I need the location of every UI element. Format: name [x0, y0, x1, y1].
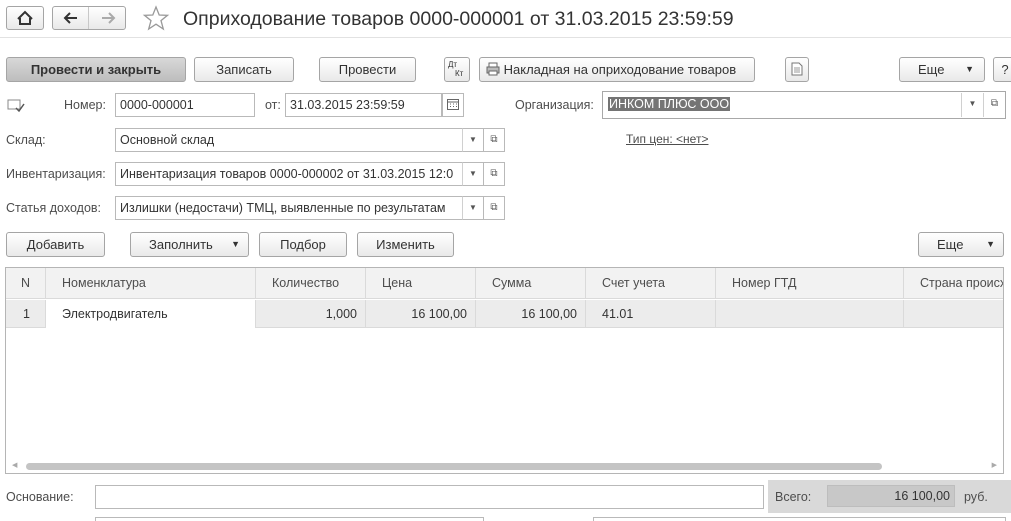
column-header-quantity[interactable]: Количество	[256, 268, 366, 299]
income-item-dropdown[interactable]: ▼	[462, 196, 484, 220]
cell-item: Электродвигатель	[46, 300, 256, 328]
printer-icon	[486, 62, 500, 76]
dtkt-icon: Дт Кт	[448, 60, 463, 78]
cell-country	[904, 300, 1003, 328]
chevron-down-icon: ▼	[231, 239, 240, 249]
post-button[interactable]: Провести	[319, 57, 416, 82]
document-icon	[791, 62, 803, 76]
cell-gtd	[716, 300, 904, 328]
open-form-icon: ⧉	[490, 202, 498, 213]
open-form-icon: ⧉	[990, 98, 999, 109]
more-actions-label: Еще	[918, 62, 945, 77]
date-field[interactable]: 31.03.2015 23:59:59	[285, 93, 442, 117]
scroll-left-icon[interactable]: ◀	[12, 461, 17, 469]
column-header-country[interactable]: Страна происх	[904, 268, 1003, 299]
report-button[interactable]	[785, 57, 809, 82]
open-form-icon: ⧉	[490, 134, 498, 145]
basis-field[interactable]	[95, 485, 764, 509]
next-field-left[interactable]	[95, 517, 484, 521]
window-title: Оприходование товаров 0000-000001 от 31.…	[183, 8, 734, 30]
more-actions-button[interactable]: Еще ▼	[899, 57, 985, 82]
calendar-button[interactable]	[442, 93, 464, 117]
cell-quantity: 1,000	[256, 300, 366, 328]
organization-value: ИНКОМ ПЛЮС ООО	[608, 97, 731, 111]
back-forward-group	[52, 6, 126, 30]
scroll-right-icon[interactable]: ▶	[992, 461, 997, 469]
warehouse-open-button[interactable]: ⧉	[483, 128, 505, 152]
number-label: Номер:	[64, 98, 106, 112]
document-status-icon	[7, 99, 25, 113]
table-more-label: Еще	[937, 237, 964, 252]
total-label: Всего:	[775, 490, 812, 504]
back-button[interactable]	[53, 7, 89, 29]
open-form-icon: ⧉	[490, 168, 498, 179]
inventory-open-button[interactable]: ⧉	[483, 162, 505, 186]
arrow-right-icon	[102, 12, 116, 24]
number-field[interactable]: 0000-000001	[115, 93, 255, 117]
change-button[interactable]: Изменить	[357, 232, 454, 257]
warehouse-label: Склад:	[6, 133, 46, 147]
calendar-icon	[447, 99, 459, 110]
fill-button[interactable]: Заполнить ▼	[130, 232, 249, 257]
table-header: N Номенклатура Количество Цена Сумма Сче…	[6, 268, 1003, 299]
dtkt-bottom: Кт	[455, 69, 464, 78]
arrow-left-icon	[63, 12, 77, 24]
home-icon	[17, 10, 33, 25]
warehouse-field[interactable]: Основной склад	[115, 128, 463, 152]
organization-open-button[interactable]: ⧉	[983, 93, 1005, 117]
column-header-n[interactable]: N	[6, 268, 46, 299]
organization-label: Организация:	[515, 98, 594, 112]
chevron-down-icon: ▼	[965, 64, 974, 74]
favorite-star-icon[interactable]	[142, 5, 170, 31]
fill-label: Заполнить	[149, 237, 213, 252]
date-label: от:	[265, 98, 281, 112]
help-button[interactable]: ?	[993, 57, 1011, 82]
cell-account: 41.01	[586, 300, 716, 328]
dtkt-button[interactable]: Дт Кт	[444, 57, 470, 82]
total-currency: руб.	[964, 490, 988, 504]
save-button[interactable]: Записать	[194, 57, 294, 82]
column-header-gtd[interactable]: Номер ГТД	[716, 268, 904, 299]
inventory-label: Инвентаризация:	[6, 167, 106, 181]
column-header-account[interactable]: Счет учета	[586, 268, 716, 299]
inventory-field[interactable]: Инвентаризация товаров 0000-000002 от 31…	[115, 162, 463, 186]
goods-table: N Номенклатура Количество Цена Сумма Сче…	[5, 267, 1004, 474]
post-and-close-button[interactable]: Провести и закрыть	[6, 57, 186, 82]
title-divider	[0, 37, 1011, 38]
organization-dropdown[interactable]: ▼	[961, 93, 983, 117]
select-button[interactable]: Подбор	[259, 232, 347, 257]
horizontal-scrollbar[interactable]: ◀ ▶	[6, 460, 1003, 473]
scrollbar-thumb[interactable]	[26, 463, 882, 470]
organization-field[interactable]: ИНКОМ ПЛЮС ООО	[605, 93, 961, 117]
column-header-item[interactable]: Номенклатура	[46, 268, 256, 299]
price-type-link[interactable]: Тип цен: <нет>	[626, 132, 708, 146]
print-waybill-label: Накладная на оприходование товаров	[503, 62, 737, 77]
cell-sum: 16 100,00	[476, 300, 586, 328]
column-header-sum[interactable]: Сумма	[476, 268, 586, 299]
table-row[interactable]: 1 Электродвигатель 1,000 16 100,00 16 10…	[6, 300, 1003, 328]
basis-label: Основание:	[6, 490, 74, 504]
chevron-down-icon: ▼	[986, 239, 995, 249]
income-item-open-button[interactable]: ⧉	[483, 196, 505, 220]
inventory-dropdown[interactable]: ▼	[462, 162, 484, 186]
column-header-price[interactable]: Цена	[366, 268, 476, 299]
home-button[interactable]	[6, 6, 44, 30]
table-more-button[interactable]: Еще ▼	[918, 232, 1004, 257]
print-waybill-button[interactable]: Накладная на оприходование товаров	[479, 57, 755, 82]
next-field-right[interactable]	[593, 517, 1006, 521]
dtkt-top: Дт	[448, 60, 458, 69]
forward-button[interactable]	[90, 7, 126, 29]
cell-n: 1	[6, 300, 46, 328]
add-row-button[interactable]: Добавить	[6, 232, 105, 257]
income-item-label: Статья доходов:	[6, 201, 102, 215]
total-value: 16 100,00	[827, 485, 955, 507]
warehouse-dropdown[interactable]: ▼	[462, 128, 484, 152]
cell-price: 16 100,00	[366, 300, 476, 328]
income-item-field[interactable]: Излишки (недостачи) ТМЦ, выявленные по р…	[115, 196, 463, 220]
